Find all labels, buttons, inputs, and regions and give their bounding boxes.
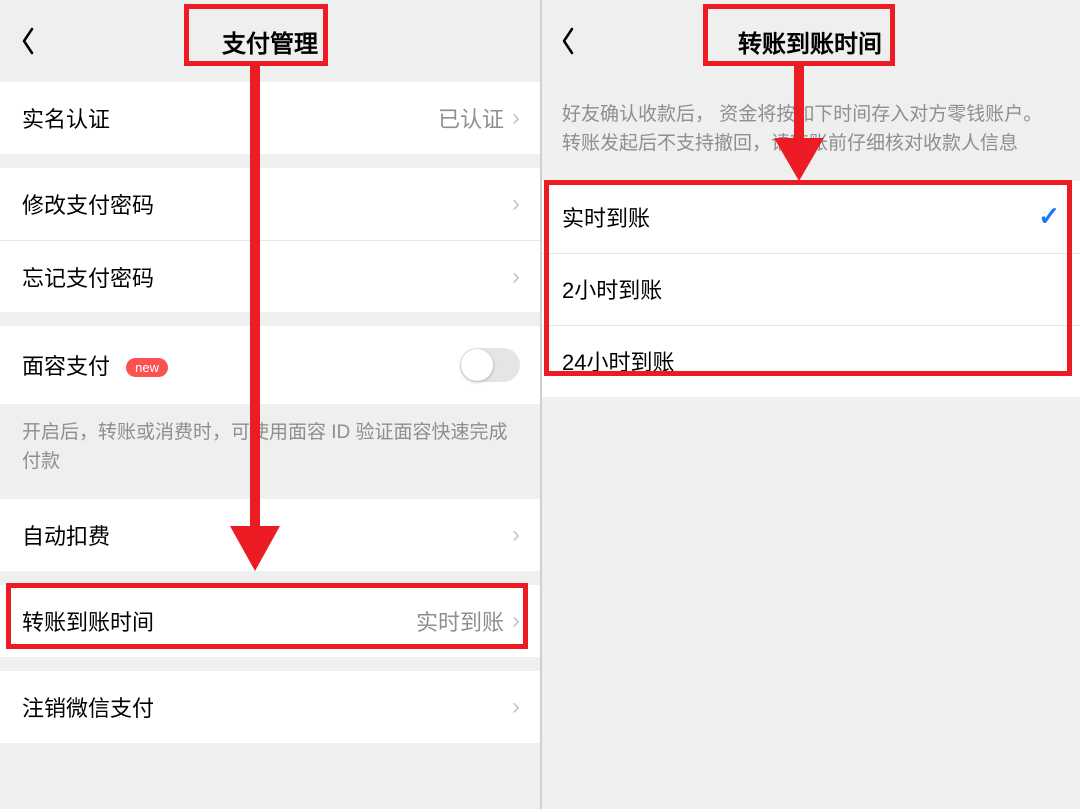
section-gap	[0, 312, 540, 326]
option-2h[interactable]: 2小时到账	[540, 253, 1080, 325]
face-pay-hint: 开启后，转账或消费时，可使用面容 ID 验证面容快速完成付款	[0, 404, 540, 499]
option-label: 实时到账	[562, 201, 1038, 233]
section-facepay: 面容支付 new	[0, 326, 540, 404]
row-close-account[interactable]: 注销微信支付 ›	[0, 671, 540, 743]
row-label-text: 面容支付	[22, 354, 110, 379]
row-face-pay[interactable]: 面容支付 new	[0, 326, 540, 404]
back-button[interactable]	[18, 0, 38, 82]
row-value: 实时到账	[416, 605, 504, 637]
toggle-knob	[461, 349, 493, 381]
back-button[interactable]	[558, 0, 578, 82]
row-label: 自动扣费	[22, 519, 512, 551]
chevron-right-icon: ›	[512, 607, 520, 635]
option-realtime[interactable]: 实时到账 ✓	[540, 181, 1080, 253]
row-change-password[interactable]: 修改支付密码 ›	[0, 168, 540, 240]
section-transfer-time: 转账到账时间 实时到账 ›	[0, 585, 540, 657]
section-realname: 实名认证 已认证 ›	[0, 82, 540, 154]
toggle-face-pay[interactable]	[460, 348, 520, 382]
row-transfer-time[interactable]: 转账到账时间 实时到账 ›	[0, 585, 540, 657]
chevron-left-icon	[18, 25, 38, 57]
check-icon: ✓	[1038, 201, 1060, 232]
header-right: 转账到账时间	[540, 0, 1080, 82]
chevron-right-icon: ›	[512, 693, 520, 721]
chevron-right-icon: ›	[512, 521, 520, 549]
row-label: 实名认证	[22, 102, 438, 134]
row-value: 已认证	[438, 102, 504, 134]
section-gap	[0, 154, 540, 168]
page-title: 支付管理	[212, 18, 328, 65]
option-24h[interactable]: 24小时到账	[540, 325, 1080, 397]
phone-divider	[540, 0, 542, 809]
section-gap	[0, 571, 540, 585]
phone-left: 支付管理 实名认证 已认证 › 修改支付密码 › 忘记支付密码 ›	[0, 0, 540, 809]
chevron-left-icon	[558, 25, 578, 57]
row-label: 面容支付 new	[22, 349, 460, 381]
row-label: 转账到账时间	[22, 605, 416, 637]
row-label: 修改支付密码	[22, 188, 512, 220]
phone-right: 转账到账时间 好友确认收款后， 资金将按如下时间存入对方零钱账户。转账发起后不支…	[540, 0, 1080, 809]
row-forgot-password[interactable]: 忘记支付密码 ›	[0, 240, 540, 312]
option-label: 24小时到账	[562, 345, 1060, 377]
row-label: 注销微信支付	[22, 691, 512, 723]
section-password: 修改支付密码 › 忘记支付密码 ›	[0, 168, 540, 312]
chevron-right-icon: ›	[512, 263, 520, 291]
section-time-options: 实时到账 ✓ 2小时到账 24小时到账	[540, 181, 1080, 397]
row-auto-debit[interactable]: 自动扣费 ›	[0, 499, 540, 571]
chevron-right-icon: ›	[512, 190, 520, 218]
badge-new: new	[126, 358, 168, 377]
row-realname[interactable]: 实名认证 已认证 ›	[0, 82, 540, 154]
option-label: 2小时到账	[562, 273, 1060, 305]
page-title: 转账到账时间	[728, 18, 892, 65]
header-left: 支付管理	[0, 0, 540, 82]
transfer-time-hint: 好友确认收款后， 资金将按如下时间存入对方零钱账户。转账发起后不支持撤回，请转账…	[540, 82, 1080, 181]
section-autodebit: 自动扣费 ›	[0, 499, 540, 571]
section-gap	[0, 657, 540, 671]
tutorial-stage: 支付管理 实名认证 已认证 › 修改支付密码 › 忘记支付密码 ›	[0, 0, 1080, 809]
section-close-account: 注销微信支付 ›	[0, 671, 540, 743]
row-label: 忘记支付密码	[22, 261, 512, 293]
chevron-right-icon: ›	[512, 104, 520, 132]
